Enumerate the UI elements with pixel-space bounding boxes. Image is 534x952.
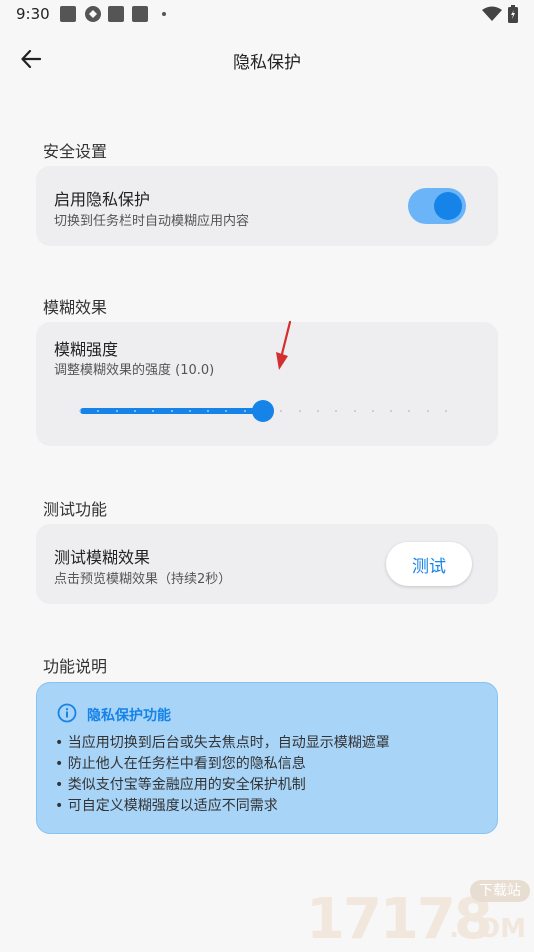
blur-intensity-slider[interactable] — [79, 400, 447, 422]
test-blur-card: 测试模糊效果 点击预览模糊效果（持续2秒） 测试 — [36, 524, 498, 604]
slider-tick — [97, 410, 99, 412]
slider-tick — [116, 410, 118, 412]
section-label-test: 测试功能 — [43, 500, 108, 519]
slider-thumb[interactable] — [252, 400, 274, 422]
watermark-badge: 下载站 — [470, 880, 530, 902]
slider-tick — [445, 410, 447, 412]
section-label-blur: 模糊效果 — [43, 298, 108, 317]
slider-tick — [408, 410, 410, 412]
blur-intensity-subtitle: 调整模糊效果的强度 (10.0) — [54, 363, 215, 378]
test-blur-subtitle: 点击预览模糊效果（持续2秒） — [54, 572, 232, 587]
slider-tick — [225, 410, 227, 412]
slider-tick — [171, 410, 173, 412]
slider-tick — [299, 410, 301, 412]
test-blur-title: 测试模糊效果 — [54, 548, 151, 567]
more-notifications-icon — [162, 12, 166, 16]
app-bar: 隐私保护 — [0, 30, 534, 86]
annotation-arrow-icon — [276, 320, 292, 370]
info-list-item: • 防止他人在任务栏中看到您的隐私信息 — [55, 756, 306, 772]
section-label-info: 功能说明 — [43, 657, 108, 676]
watermark-suffix: .COM — [449, 914, 526, 944]
switch-knob — [434, 192, 462, 220]
slider-tick — [354, 410, 356, 412]
slider-tick — [317, 410, 319, 412]
privacy-toggle-switch[interactable] — [408, 188, 466, 224]
notification-icon — [132, 6, 148, 22]
blur-intensity-card: 模糊强度 调整模糊效果的强度 (10.0) — [36, 322, 498, 446]
notification-icon — [60, 6, 76, 22]
privacy-toggle-title: 启用隐私保护 — [54, 190, 151, 209]
section-label-security: 安全设置 — [43, 142, 108, 161]
privacy-toggle-card: 启用隐私保护 切换到任务栏时自动模糊应用内容 — [36, 166, 498, 246]
slider-tick — [280, 410, 282, 412]
info-list-item: • 类似支付宝等金融应用的安全保护机制 — [55, 777, 306, 793]
slider-tick — [189, 410, 191, 412]
sync-notification-icon — [84, 5, 102, 27]
slider-tick — [79, 410, 81, 412]
slider-tick — [152, 410, 154, 412]
slider-tick — [244, 410, 246, 412]
slider-tick — [390, 410, 392, 412]
privacy-toggle-subtitle: 切换到任务栏时自动模糊应用内容 — [54, 214, 250, 229]
slider-tick — [134, 410, 136, 412]
info-icon — [57, 703, 77, 727]
slider-tick — [207, 410, 209, 412]
info-title: 隐私保护功能 — [87, 708, 171, 724]
slider-tick — [427, 410, 429, 412]
slider-tick — [335, 410, 337, 412]
test-button[interactable]: 测试 — [386, 542, 472, 586]
wifi-icon — [482, 6, 502, 26]
battery-icon — [508, 5, 518, 27]
watermark-logo: 17178 下载站 .COM — [302, 878, 534, 950]
info-list: • 当应用切换到后台或失去焦点时，自动显示模糊遮罩 • 防止他人在任务栏中看到您… — [55, 733, 390, 817]
info-card: 隐私保护功能 • 当应用切换到后台或失去焦点时，自动显示模糊遮罩 • 防止他人在… — [36, 682, 498, 834]
info-list-item: • 可自定义模糊强度以适应不同需求 — [55, 798, 278, 814]
page-title: 隐私保护 — [233, 53, 301, 73]
info-list-item: • 当应用切换到后台或失去焦点时，自动显示模糊遮罩 — [55, 735, 390, 751]
blur-intensity-title: 模糊强度 — [54, 340, 119, 359]
status-time: 9:30 — [16, 5, 50, 23]
notification-icon — [108, 6, 124, 22]
slider-tick — [372, 410, 374, 412]
status-bar: 9:30 — [0, 0, 534, 28]
